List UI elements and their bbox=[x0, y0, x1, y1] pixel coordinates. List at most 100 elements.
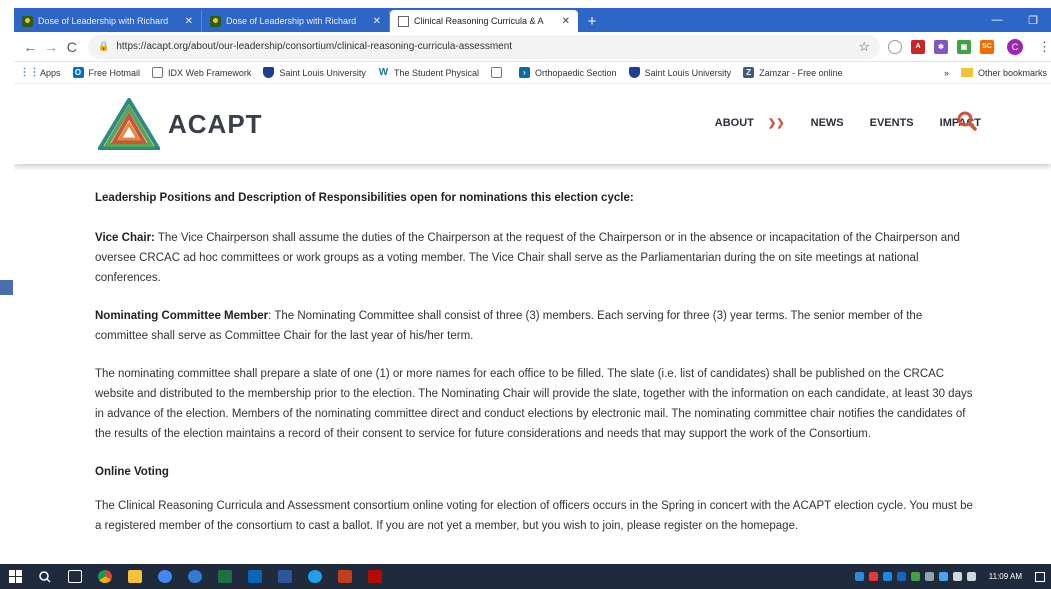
bookmark-orthopaedic-section[interactable]: › Orthopaedic Section bbox=[519, 67, 617, 78]
bookmark-apps[interactable]: ⋮⋮ Apps bbox=[20, 67, 61, 78]
lock-icon: 🔒 bbox=[98, 41, 110, 51]
url-omnibox[interactable]: 🔒 https://acapt.org/about/our-leadership… bbox=[88, 34, 880, 59]
powerpoint-icon[interactable] bbox=[330, 564, 360, 589]
nominating-member-paragraph: Nominating Committee Member: The Nominat… bbox=[95, 306, 975, 346]
browser-tab-1[interactable]: Dose of Leadership with Richard ✕ bbox=[14, 10, 202, 32]
windows-taskbar: 11:09 AM bbox=[0, 564, 1051, 589]
podcast-favicon-icon bbox=[210, 15, 221, 27]
nav-events[interactable]: EVENTS bbox=[870, 117, 914, 129]
tab-close-icon[interactable]: ✕ bbox=[185, 16, 193, 27]
tab-close-icon[interactable]: ✕ bbox=[562, 16, 570, 27]
other-bookmarks-label: Other bookmarks bbox=[977, 67, 1047, 78]
bookmark-label: Free Hotmail bbox=[88, 67, 141, 78]
bookmark-label: Zamzar - Free online bbox=[759, 67, 843, 78]
podcast-favicon-icon bbox=[22, 15, 33, 27]
file-explorer-icon[interactable] bbox=[120, 564, 150, 589]
article-content: Leadership Positions and Description of … bbox=[95, 188, 975, 554]
shield-icon bbox=[628, 67, 640, 78]
tab-close-icon[interactable]: ✕ bbox=[373, 16, 381, 27]
outlook-taskbar-icon[interactable] bbox=[240, 564, 270, 589]
excel-icon[interactable] bbox=[210, 564, 240, 589]
new-tab-icon[interactable]: + bbox=[578, 10, 606, 32]
search-icon[interactable] bbox=[30, 564, 60, 589]
outlook-icon: O bbox=[72, 67, 84, 78]
chrome-icon[interactable] bbox=[90, 564, 120, 589]
bookmarks-bar: ⋮⋮ Apps O Free Hotmail IDX Web Framework… bbox=[14, 62, 1051, 84]
bookmark-label: The Student Physical bbox=[393, 67, 479, 78]
bookmark-label: Apps bbox=[40, 67, 61, 78]
online-voting-heading: Online Voting bbox=[95, 466, 169, 478]
address-bar-row: ← → C 🔒 https://acapt.org/about/our-lead… bbox=[14, 32, 1051, 62]
tray-icon[interactable] bbox=[910, 572, 920, 581]
minimize-icon[interactable]: — bbox=[979, 8, 1015, 32]
arrow-icon: › bbox=[519, 67, 530, 78]
desktop-edge-artifact bbox=[0, 280, 13, 295]
reload-icon[interactable]: C bbox=[61, 36, 82, 58]
network-icon[interactable] bbox=[952, 572, 962, 581]
windows-start-icon[interactable] bbox=[0, 564, 30, 589]
bookmark-idx-web-framework[interactable]: IDX Web Framework bbox=[152, 67, 251, 78]
zamzar-icon: Z bbox=[743, 67, 755, 78]
bookmark-saint-louis-university-2[interactable]: Saint Louis University bbox=[628, 67, 732, 78]
tray-icon[interactable] bbox=[896, 572, 906, 581]
task-view-icon[interactable] bbox=[60, 564, 90, 589]
nav-news[interactable]: NEWS bbox=[811, 117, 844, 129]
double-chevron-down-icon[interactable]: ❯❯ bbox=[768, 118, 785, 129]
url-text[interactable]: https://acapt.org/about/our-leadership/c… bbox=[116, 41, 858, 52]
nominating-committee-paragraph: The nominating committee shall prepare a… bbox=[95, 368, 973, 440]
bookmark-free-hotmail[interactable]: O Free Hotmail bbox=[72, 67, 141, 78]
search-icon[interactable] bbox=[957, 111, 977, 131]
acrobat-icon[interactable] bbox=[360, 564, 390, 589]
browser-menu-icon[interactable]: ⋮ bbox=[1038, 39, 1051, 55]
nav-about[interactable]: ABOUT bbox=[715, 117, 754, 129]
folder-icon bbox=[960, 68, 973, 77]
tray-icon[interactable] bbox=[938, 572, 948, 581]
forward-arrow-icon[interactable]: → bbox=[41, 36, 62, 58]
notifications-icon[interactable] bbox=[1035, 571, 1045, 582]
pinwheel-extension-icon[interactable]: ✱ bbox=[933, 39, 948, 54]
page-icon bbox=[152, 67, 164, 78]
green-extension-icon[interactable]: ▣ bbox=[956, 39, 971, 54]
bookmarks-overflow-icon[interactable]: » bbox=[944, 68, 949, 78]
bookmark-label: IDX Web Framework bbox=[168, 67, 252, 78]
restore-icon[interactable]: ❐ bbox=[1015, 8, 1051, 32]
nominating-member-label: Nominating Committee Member bbox=[95, 310, 269, 322]
browser-tab-2[interactable]: Dose of Leadership with Richard ✕ bbox=[202, 10, 390, 32]
pdf-extension-icon[interactable]: A bbox=[910, 39, 925, 54]
bookmark-label: Saint Louis University bbox=[644, 67, 732, 78]
browser-tab-strip: Dose of Leadership with Richard ✕ Dose o… bbox=[14, 8, 1051, 32]
logo-wordmark: ACAPT bbox=[168, 108, 263, 139]
tab-title: Dose of Leadership with Richard bbox=[226, 16, 357, 26]
window-controls: — ❐ bbox=[979, 8, 1051, 32]
tab-title: Clinical Reasoning Curricula & A bbox=[414, 16, 544, 26]
back-arrow-icon[interactable]: ← bbox=[20, 36, 41, 58]
bookmark-blank-page[interactable] bbox=[491, 67, 507, 78]
other-bookmarks[interactable]: Other bookmarks bbox=[960, 67, 1047, 78]
bookmark-student-physical[interactable]: W The Student Physical bbox=[378, 67, 479, 78]
bookmark-label: Saint Louis University bbox=[279, 67, 366, 78]
chrome-icon-2[interactable] bbox=[150, 564, 180, 589]
bookmark-zamzar[interactable]: Z Zamzar - Free online bbox=[743, 67, 843, 78]
sc-extension-icon[interactable]: SC bbox=[979, 39, 994, 54]
bookmarks-right: » Other bookmarks bbox=[944, 68, 1051, 78]
browser-tab-3-active[interactable]: Clinical Reasoning Curricula & A ✕ bbox=[390, 10, 578, 32]
taskbar-clock[interactable]: 11:09 AM bbox=[989, 572, 1022, 582]
word-icon[interactable] bbox=[270, 564, 300, 589]
volume-icon[interactable] bbox=[966, 572, 976, 581]
extension-circle-icon[interactable] bbox=[887, 39, 902, 54]
positions-heading: Leadership Positions and Description of … bbox=[95, 192, 634, 204]
tray-icon[interactable] bbox=[882, 572, 892, 581]
bookmark-saint-louis-university[interactable]: Saint Louis University bbox=[263, 67, 366, 78]
edge-icon[interactable] bbox=[180, 564, 210, 589]
acapt-triangle-logo-icon bbox=[98, 98, 160, 150]
tray-icon[interactable] bbox=[854, 572, 864, 581]
vice-chair-paragraph: Vice Chair: The Vice Chairperson shall a… bbox=[95, 228, 975, 288]
profile-avatar[interactable]: C bbox=[1006, 38, 1023, 55]
online-voting-paragraph: The Clinical Reasoning Curricula and Ass… bbox=[95, 500, 973, 532]
internet-explorer-icon[interactable] bbox=[300, 564, 330, 589]
tray-icon[interactable] bbox=[868, 572, 878, 581]
tray-icon[interactable] bbox=[924, 572, 934, 581]
acapt-logo[interactable]: ACAPT bbox=[98, 98, 263, 150]
page-icon bbox=[491, 67, 502, 78]
bookmark-star-icon[interactable]: ☆ bbox=[858, 39, 870, 55]
